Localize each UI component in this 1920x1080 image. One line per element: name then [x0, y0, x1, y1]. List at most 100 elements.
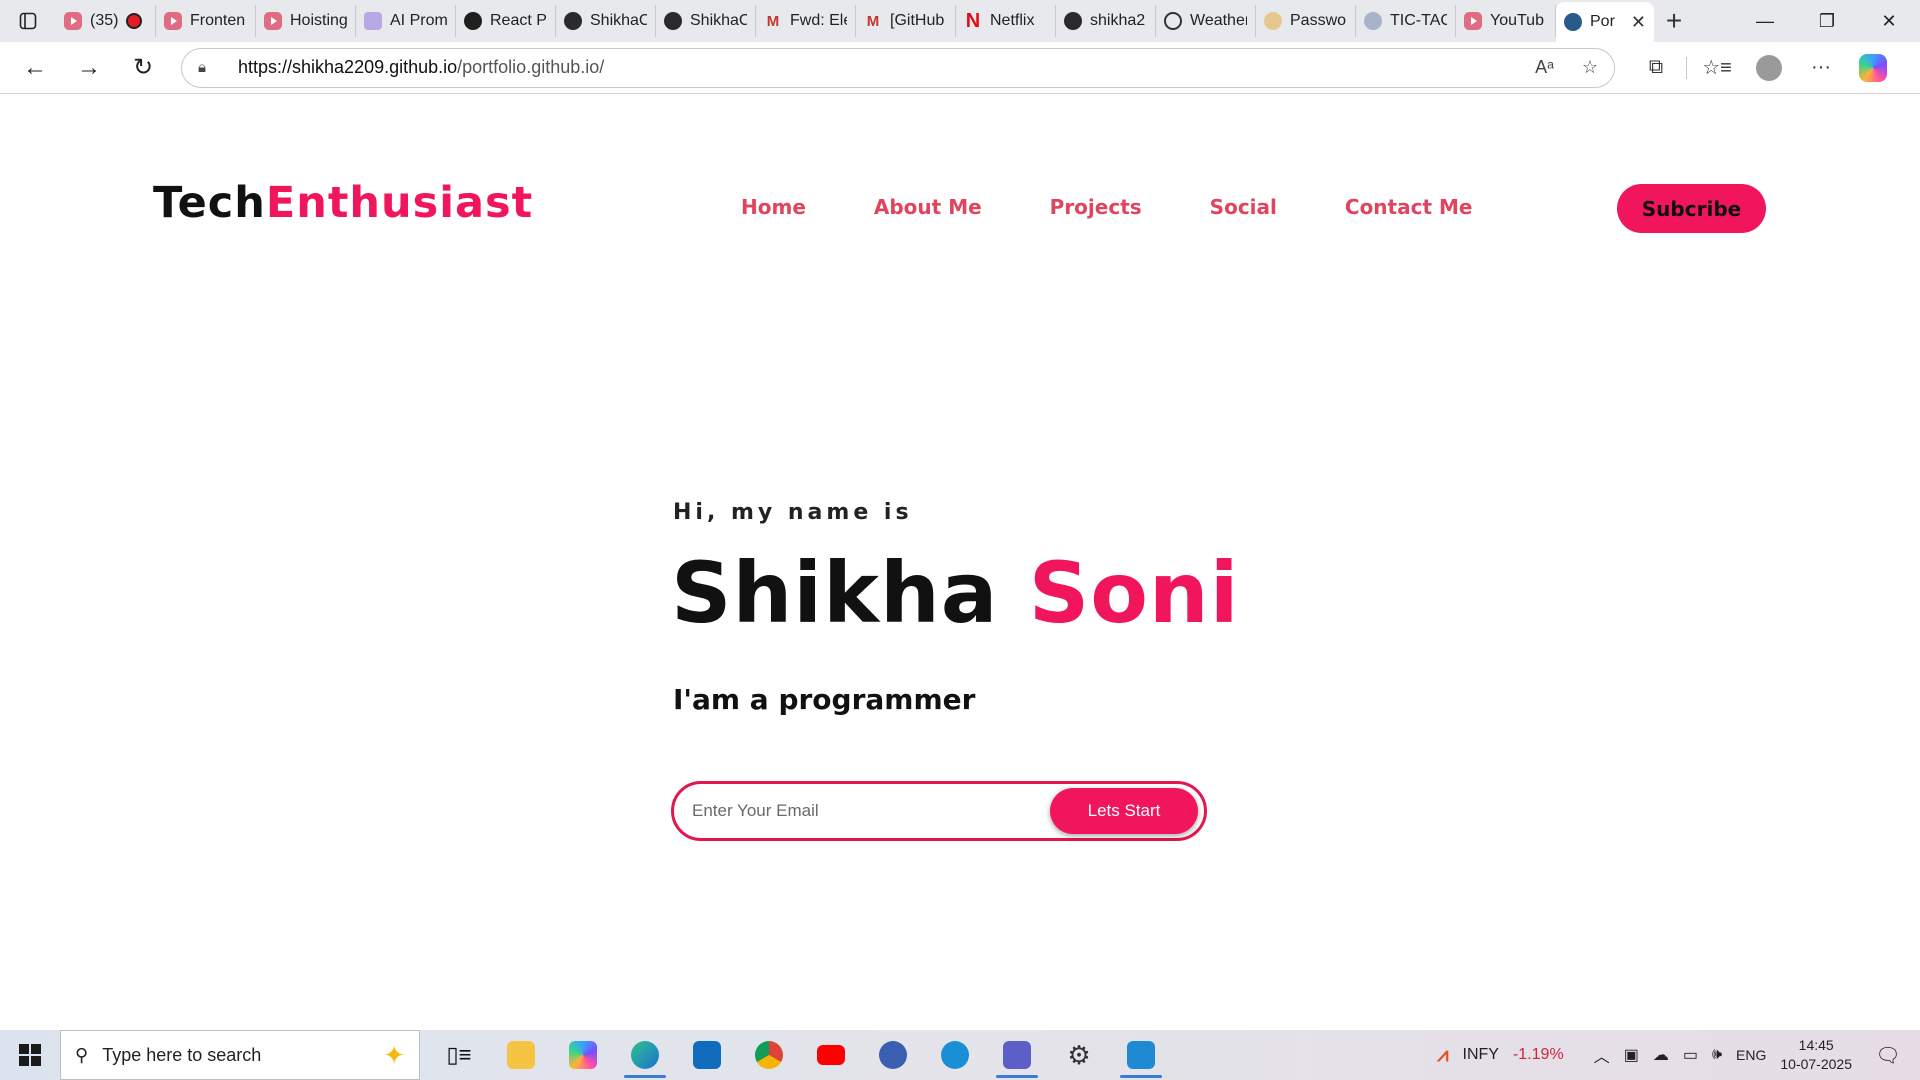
browser-tab[interactable]: React Pr	[456, 5, 556, 37]
github-icon	[564, 12, 582, 30]
nav-home[interactable]: Home	[741, 195, 806, 219]
vscode-button[interactable]	[1110, 1030, 1172, 1080]
task-view-button[interactable]: ▯≡	[428, 1030, 490, 1080]
web-page: TechEnthusiast Home About Me Projects So…	[0, 94, 1920, 1030]
profile-button[interactable]	[1743, 48, 1795, 88]
browser-tab[interactable]: shikha2	[1056, 5, 1156, 37]
tab-label: Passwor	[1290, 12, 1347, 29]
tab-label: ShikhaC	[690, 12, 747, 29]
nav-social[interactable]: Social	[1210, 195, 1277, 219]
refresh-button[interactable]: ↻	[116, 48, 170, 88]
close-window-button[interactable]: ✕	[1858, 0, 1920, 42]
logo-main: Tech	[153, 178, 266, 228]
nav-projects[interactable]: Projects	[1050, 195, 1142, 219]
minimize-button[interactable]: —	[1734, 0, 1796, 42]
taskbar-search[interactable]: ⚲ Type here to search ✦	[60, 1030, 420, 1080]
more-options-icon[interactable]: ···	[1795, 48, 1847, 88]
tab-actions-icon	[19, 12, 37, 30]
browser-tab[interactable]: AI Prom	[356, 5, 456, 37]
browser-tab[interactable]: ShikhaC	[656, 5, 756, 37]
teams-button[interactable]	[986, 1030, 1048, 1080]
chrome-button[interactable]	[738, 1030, 800, 1080]
chrome-icon	[755, 1041, 783, 1069]
clock-time: 14:45	[1798, 1037, 1834, 1053]
battery-icon[interactable]: ▭	[1683, 1045, 1698, 1065]
copilot-button[interactable]	[1847, 48, 1899, 88]
close-tab-icon[interactable]: ✕	[1631, 12, 1646, 33]
read-aloud-icon[interactable]: A͏ᵃ	[1535, 57, 1554, 78]
subscribe-button[interactable]: Subcribe	[1617, 184, 1766, 233]
toolbar-right: ⧉ ☆≡ ···	[1630, 48, 1899, 88]
new-tab-button[interactable]: +	[1654, 1, 1694, 41]
browser-tab[interactable]: ShikhaC	[556, 5, 656, 37]
browser-tab[interactable]: (35)	[56, 5, 156, 37]
edge-button[interactable]	[614, 1030, 676, 1080]
edge-icon	[631, 1041, 659, 1069]
tab-label: ShikhaC	[590, 12, 647, 29]
extensions-icon[interactable]: ⧉	[1630, 48, 1682, 88]
youtube-icon	[64, 12, 82, 30]
restore-button[interactable]: ❐	[1796, 0, 1858, 42]
app-button[interactable]	[862, 1030, 924, 1080]
browser-tab[interactable]: M [GitHub	[856, 5, 956, 37]
browser-tab[interactable]: Passwor	[1256, 5, 1356, 37]
settings-button[interactable]: ⚙	[1048, 1030, 1110, 1080]
outlook-button[interactable]	[676, 1030, 738, 1080]
browser-tab-active[interactable]: Por ✕	[1556, 2, 1654, 42]
email-input[interactable]	[692, 801, 1032, 821]
task-view-icon: ▯≡	[446, 1042, 472, 1067]
start-button[interactable]	[0, 1030, 60, 1080]
tab-label: Hoisting	[290, 12, 347, 29]
toolbar-divider	[1686, 56, 1687, 79]
nav-about-me[interactable]: About Me	[874, 195, 982, 219]
nav-contact-me[interactable]: Contact Me	[1345, 195, 1473, 219]
browser-tab[interactable]: YouTub	[1456, 5, 1556, 37]
tab-label: Fwd: Ele	[790, 12, 847, 29]
search-icon: ⚲	[75, 1044, 89, 1065]
stock-symbol[interactable]: INFY	[1463, 1046, 1499, 1064]
password-icon	[1264, 12, 1282, 30]
lets-start-button[interactable]: Lets Start	[1050, 788, 1198, 834]
globe-icon	[1164, 12, 1182, 30]
language-indicator[interactable]: ENG	[1736, 1047, 1766, 1063]
recording-icon	[126, 13, 143, 29]
copilot-app-button[interactable]	[552, 1030, 614, 1080]
browser-tab[interactable]: Fronten	[156, 5, 256, 37]
site-logo[interactable]: TechEnthusiast	[153, 178, 533, 228]
browser-tab[interactable]: M Fwd: Ele	[756, 5, 856, 37]
favorites-icon[interactable]: ☆≡	[1691, 48, 1743, 88]
network-icon[interactable]: ☁	[1653, 1045, 1669, 1065]
openai-icon	[464, 12, 482, 30]
youtube-icon	[1464, 12, 1482, 30]
clock[interactable]: 14:45 10-07-2025	[1780, 1036, 1852, 1074]
folder-icon	[507, 1041, 535, 1069]
tab-actions-button[interactable]	[0, 0, 56, 42]
window-controls: — ❐ ✕	[1734, 0, 1920, 42]
youtube-icon	[264, 12, 282, 30]
browser-tab[interactable]: Hoisting	[256, 5, 356, 37]
main-nav: Home About Me Projects Social Contact Me	[741, 195, 1540, 219]
forward-button[interactable]: →	[62, 48, 116, 88]
browser-tab[interactable]: N Netflix	[956, 5, 1056, 37]
file-explorer-button[interactable]	[490, 1030, 552, 1080]
browser-tab[interactable]: TIC-TAC	[1356, 5, 1456, 37]
notification-icon[interactable]: 🗨︎	[1866, 1043, 1910, 1068]
tab-label: (35)	[90, 12, 119, 29]
chevron-up-icon[interactable]: ︿	[1594, 1043, 1610, 1067]
lock-icon: 🔒︎	[198, 59, 206, 76]
ai-icon	[364, 12, 382, 30]
browser-toolbar: ← → ↻ 🔒︎ https://shikha2209.github.io/po…	[0, 42, 1920, 94]
volume-icon[interactable]: 🕪︎	[1712, 1046, 1722, 1064]
tictactoe-icon	[1364, 12, 1382, 30]
email-signup-form: Lets Start	[671, 781, 1207, 841]
address-bar[interactable]: 🔒︎ https://shikha2209.github.io/portfoli…	[181, 47, 1615, 88]
sbi-button[interactable]	[924, 1030, 986, 1080]
device-icon[interactable]: ▣	[1624, 1045, 1639, 1065]
sbi-icon	[941, 1041, 969, 1069]
browser-tab[interactable]: Weather	[1156, 5, 1256, 37]
back-button[interactable]: ←	[8, 48, 62, 88]
hero-role: I'am a programmer	[673, 683, 976, 716]
favorite-star-icon[interactable]: ☆	[1582, 57, 1598, 78]
youtube-app-button[interactable]	[800, 1030, 862, 1080]
stock-icon: ⩘	[1437, 1043, 1449, 1066]
